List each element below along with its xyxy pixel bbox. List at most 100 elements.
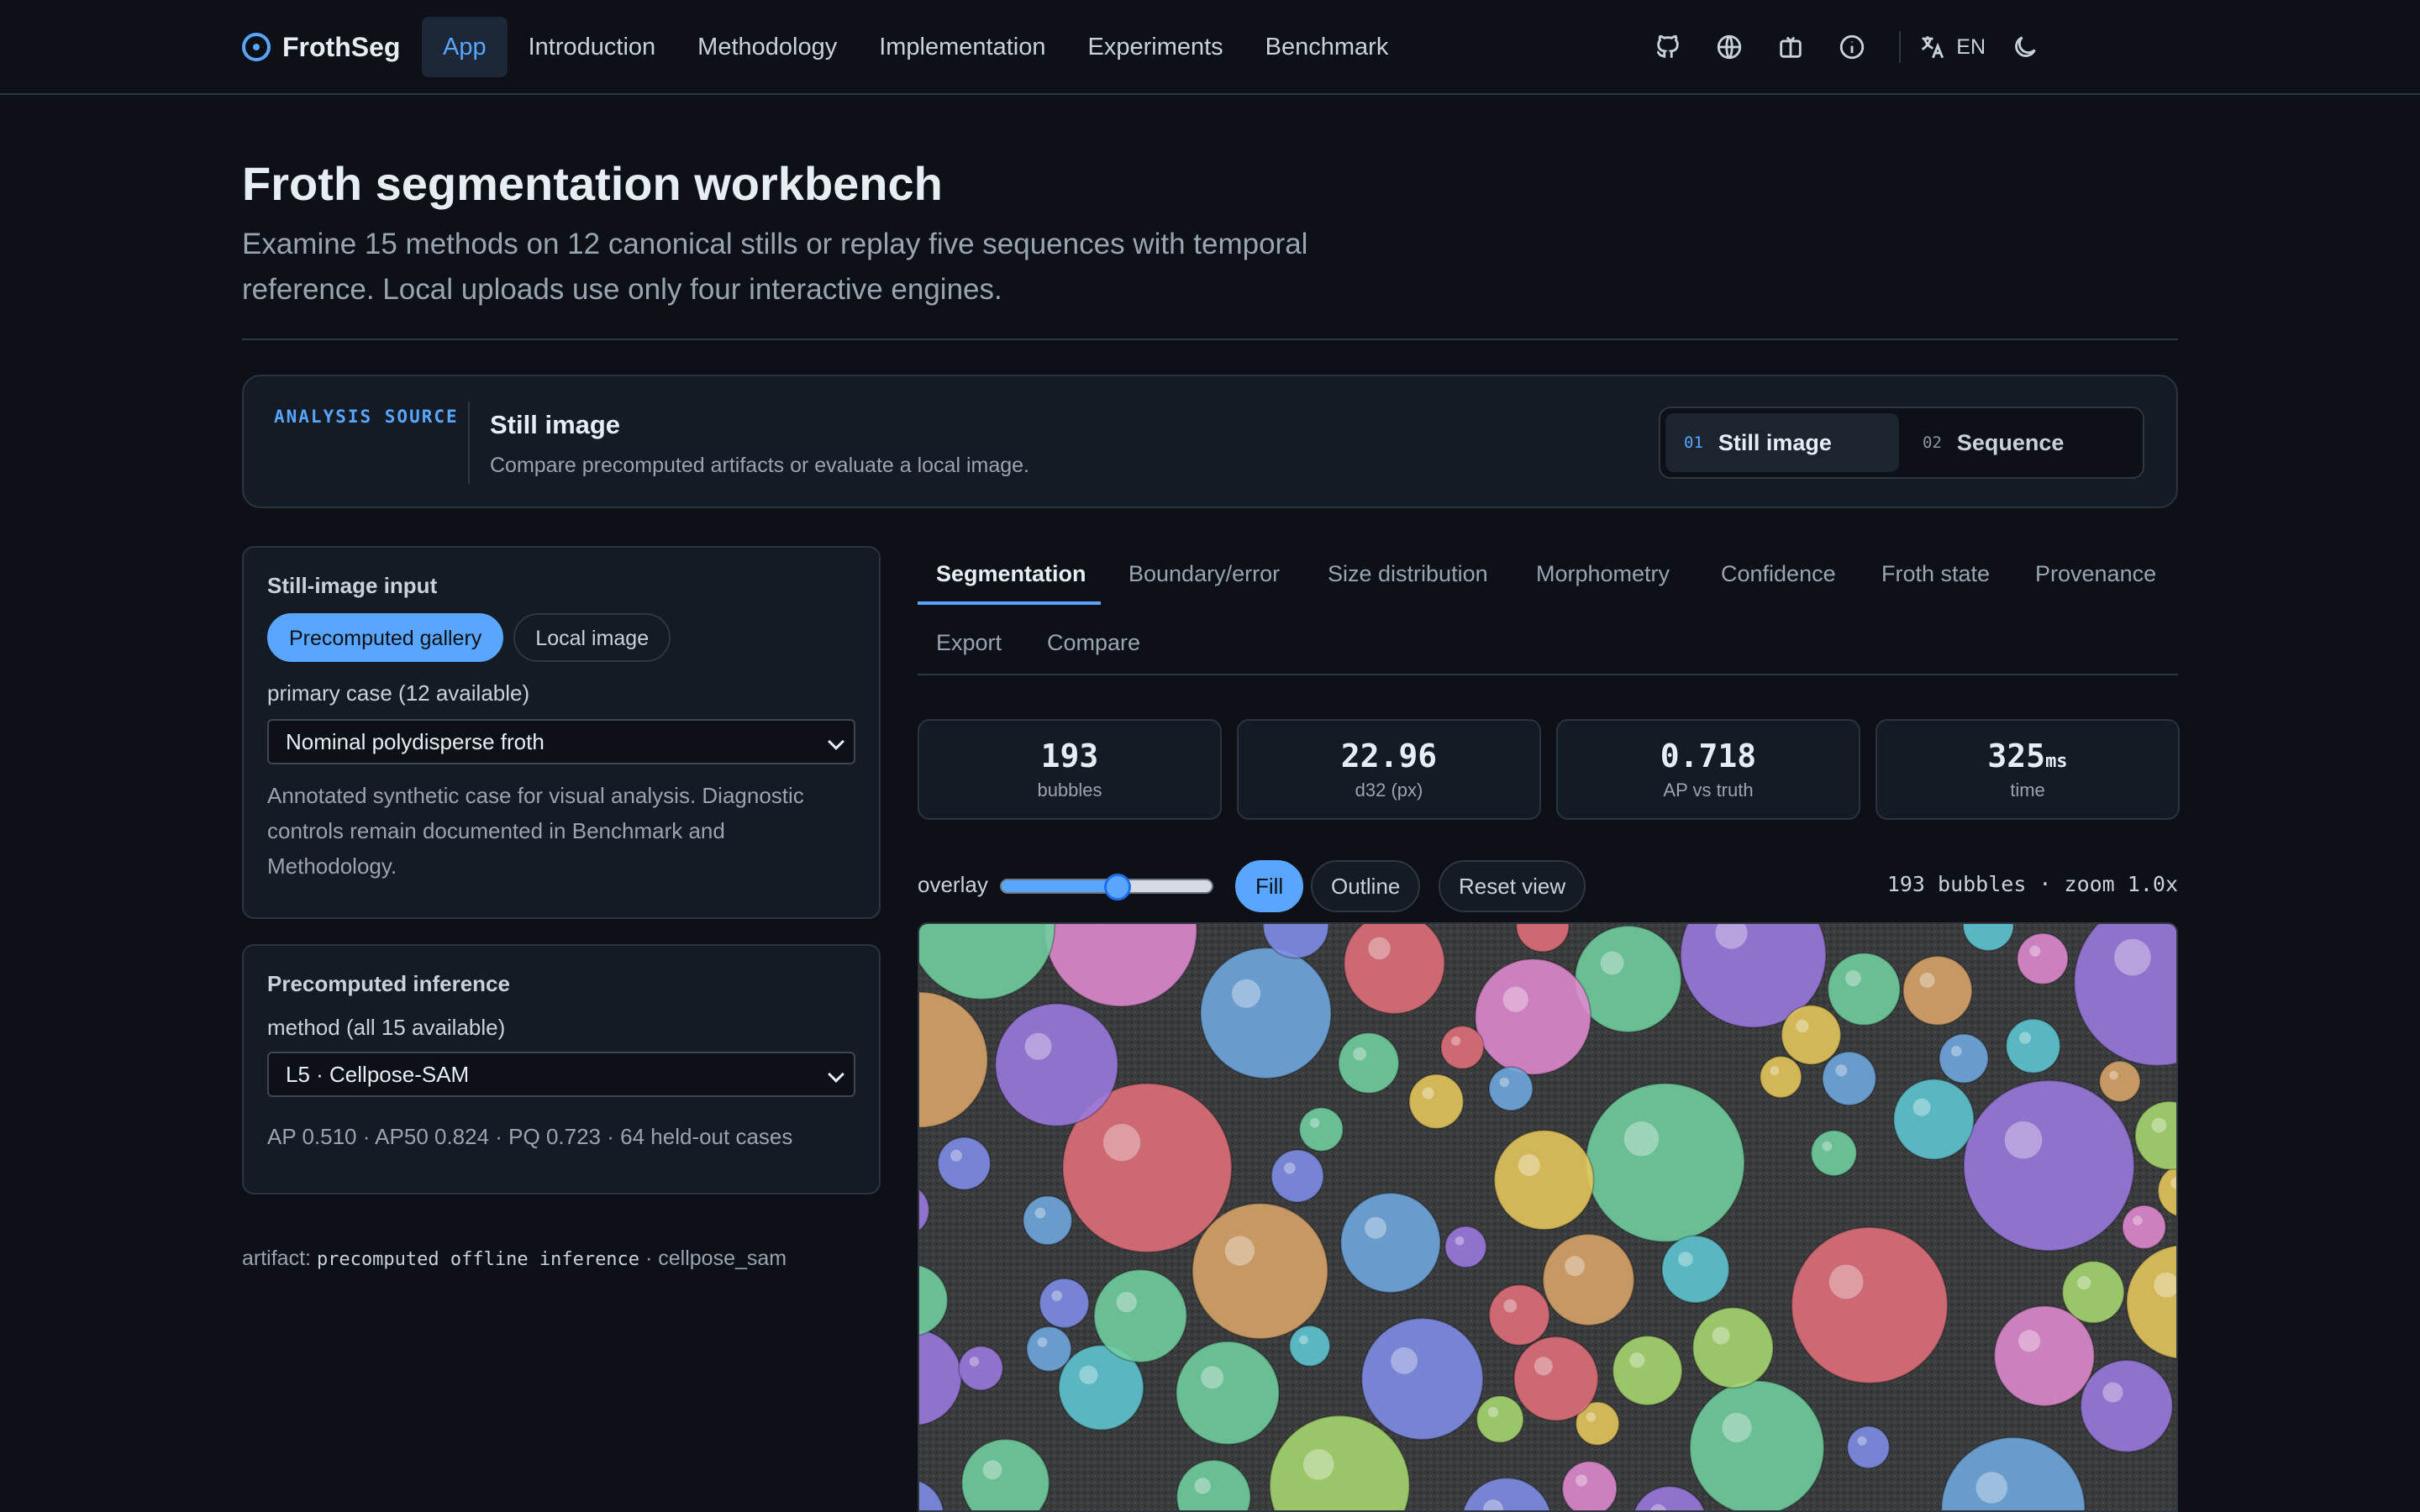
- bubble-highlight: [2109, 1070, 2118, 1080]
- metric-value: 0.718: [1660, 738, 1757, 774]
- bubble-mask: [1039, 1278, 1090, 1329]
- local-image-button[interactable]: Local image: [513, 613, 671, 662]
- bubble-highlight: [1678, 1252, 1693, 1267]
- fill-button[interactable]: Fill: [1235, 860, 1304, 912]
- bubble-highlight: [1455, 1236, 1465, 1246]
- bubble-highlight: [1201, 1366, 1224, 1389]
- case-select[interactable]: Nominal polydisperse froth: [267, 719, 855, 764]
- precomputed-gallery-button[interactable]: Precomputed gallery: [267, 613, 504, 662]
- nav-link-experiments[interactable]: Experiments: [1067, 17, 1244, 77]
- moon-icon[interactable]: [2003, 25, 2047, 69]
- tab-boundary-error[interactable]: Boundary/error: [1128, 561, 1280, 587]
- bubble-mask: [1612, 1335, 1683, 1406]
- bubble-mask: [1963, 1079, 2135, 1252]
- bubble-highlight: [1451, 1036, 1461, 1046]
- nav-link-introduction[interactable]: Introduction: [508, 17, 677, 77]
- bubble-mask: [1360, 1317, 1484, 1441]
- bubble-highlight: [982, 1460, 1002, 1480]
- info-icon[interactable]: [1830, 25, 1874, 69]
- bubble-highlight: [1284, 1162, 1296, 1174]
- overlay-label: overlay: [918, 872, 988, 897]
- bubble-highlight: [1487, 1407, 1498, 1418]
- bubble-mask: [1474, 958, 1592, 1076]
- bubble-highlight: [2102, 1382, 2123, 1403]
- chevron-down-icon: [828, 733, 844, 750]
- bubble-highlight: [1309, 1118, 1320, 1128]
- bubble-mask: [2098, 1060, 2142, 1103]
- source-option-still-image[interactable]: 01 Still image: [1665, 413, 1899, 472]
- top-nav: FrothSeg App Introduction Methodology Im…: [0, 0, 2420, 95]
- artifact-prefix: artifact:: [242, 1247, 311, 1270]
- bubble-highlight: [1037, 1337, 1048, 1347]
- case-label: primary case (12 available): [267, 680, 530, 706]
- metric-label: time: [2010, 780, 2045, 801]
- bubble-highlight: [1534, 1357, 1553, 1376]
- metric-label: bubbles: [1037, 780, 1102, 801]
- nav-link-app[interactable]: App: [422, 17, 508, 77]
- gift-icon[interactable]: [1769, 25, 1812, 69]
- bubble-mask: [1781, 1004, 1842, 1066]
- nav-link-implementation[interactable]: Implementation: [858, 17, 1066, 77]
- globe-icon[interactable]: [1707, 25, 1751, 69]
- language-code: EN: [1956, 34, 1986, 59]
- overlay-slider-thumb[interactable]: [1103, 874, 1131, 900]
- bubble-highlight: [2018, 1032, 2032, 1044]
- tab-confidence[interactable]: Confidence: [1721, 561, 1836, 587]
- still-image-input-card: Still-image input Precomputed gallery Lo…: [242, 546, 881, 919]
- nav-actions: EN: [1628, 25, 2047, 69]
- bubble-mask: [2080, 1359, 2174, 1453]
- segmentation-viewer[interactable]: [918, 922, 2178, 1512]
- input-mode-toggle: Precomputed gallery Local image: [267, 613, 671, 662]
- bubble-mask: [1444, 1225, 1487, 1268]
- bubble-highlight: [1950, 1046, 1962, 1057]
- bubble-mask: [1938, 1033, 1990, 1084]
- bubble-highlight: [2018, 1330, 2041, 1352]
- bubble-mask: [1585, 1082, 1746, 1243]
- bubble-mask: [1691, 1306, 1775, 1389]
- bubble-highlight: [1502, 986, 1528, 1012]
- bubble-mask: [1270, 1148, 1325, 1204]
- bubble-mask: [1827, 952, 1902, 1026]
- bubble-highlight: [1518, 1154, 1540, 1176]
- source-divider: [468, 402, 470, 484]
- bubble-highlight: [2151, 1117, 2167, 1133]
- tab-size-distribution[interactable]: Size distribution: [1328, 561, 1488, 587]
- language-switcher[interactable]: EN: [1918, 33, 1986, 61]
- bubble-highlight: [2133, 1215, 2143, 1226]
- outline-button[interactable]: Outline: [1311, 860, 1421, 912]
- nav-links: App Introduction Methodology Implementat…: [422, 17, 1409, 77]
- bubble-mask: [1561, 1460, 1618, 1510]
- github-icon[interactable]: [1646, 25, 1690, 69]
- method-scores: AP 0.510 · AP50 0.824 · PQ 0.723 · 64 he…: [267, 1124, 793, 1149]
- bubble-mask: [1339, 1192, 1442, 1294]
- chevron-down-icon: [828, 1066, 844, 1083]
- header-divider: [242, 339, 2178, 340]
- analysis-source-panel: ANALYSIS SOURCE Still image Compare prec…: [242, 375, 2178, 508]
- viewer-status: 193 bubbles · zoom 1.0x: [1886, 872, 2178, 896]
- metric-bubbles: 193 bubbles: [918, 719, 1222, 820]
- tab-export[interactable]: Export: [936, 630, 1002, 656]
- tab-morphometry[interactable]: Morphometry: [1536, 561, 1670, 587]
- brand[interactable]: FrothSeg: [242, 29, 400, 66]
- bubble-mask: [1476, 1394, 1525, 1444]
- tab-segmentation[interactable]: Segmentation: [936, 561, 1086, 587]
- bubble-mask: [1821, 1051, 1877, 1106]
- tab-provenance[interactable]: Provenance: [2035, 561, 2156, 587]
- source-toggle: 01 Still image 02 Sequence: [1659, 407, 2144, 479]
- bubble-highlight: [1299, 1335, 1308, 1345]
- bubble-mask: [1512, 1336, 1599, 1422]
- bubble-mask: [994, 1002, 1119, 1127]
- precomputed-inference-card: Precomputed inference method (all 15 ava…: [242, 944, 881, 1194]
- bubble-highlight: [2004, 1121, 2043, 1159]
- nav-link-benchmark[interactable]: Benchmark: [1244, 17, 1410, 77]
- source-option-sequence[interactable]: 02 Sequence: [1904, 413, 2138, 472]
- tab-compare[interactable]: Compare: [1047, 630, 1140, 656]
- reset-view-button[interactable]: Reset view: [1439, 860, 1586, 912]
- metric-value: 193: [1040, 738, 1099, 774]
- tab-froth-state[interactable]: Froth state: [1881, 561, 1990, 587]
- nav-divider: [1899, 31, 1902, 63]
- bubble-mask: [2121, 1205, 2167, 1250]
- method-select[interactable]: L5 · Cellpose-SAM: [267, 1052, 855, 1097]
- bubble-highlight: [1051, 1290, 1063, 1301]
- nav-link-methodology[interactable]: Methodology: [676, 17, 858, 77]
